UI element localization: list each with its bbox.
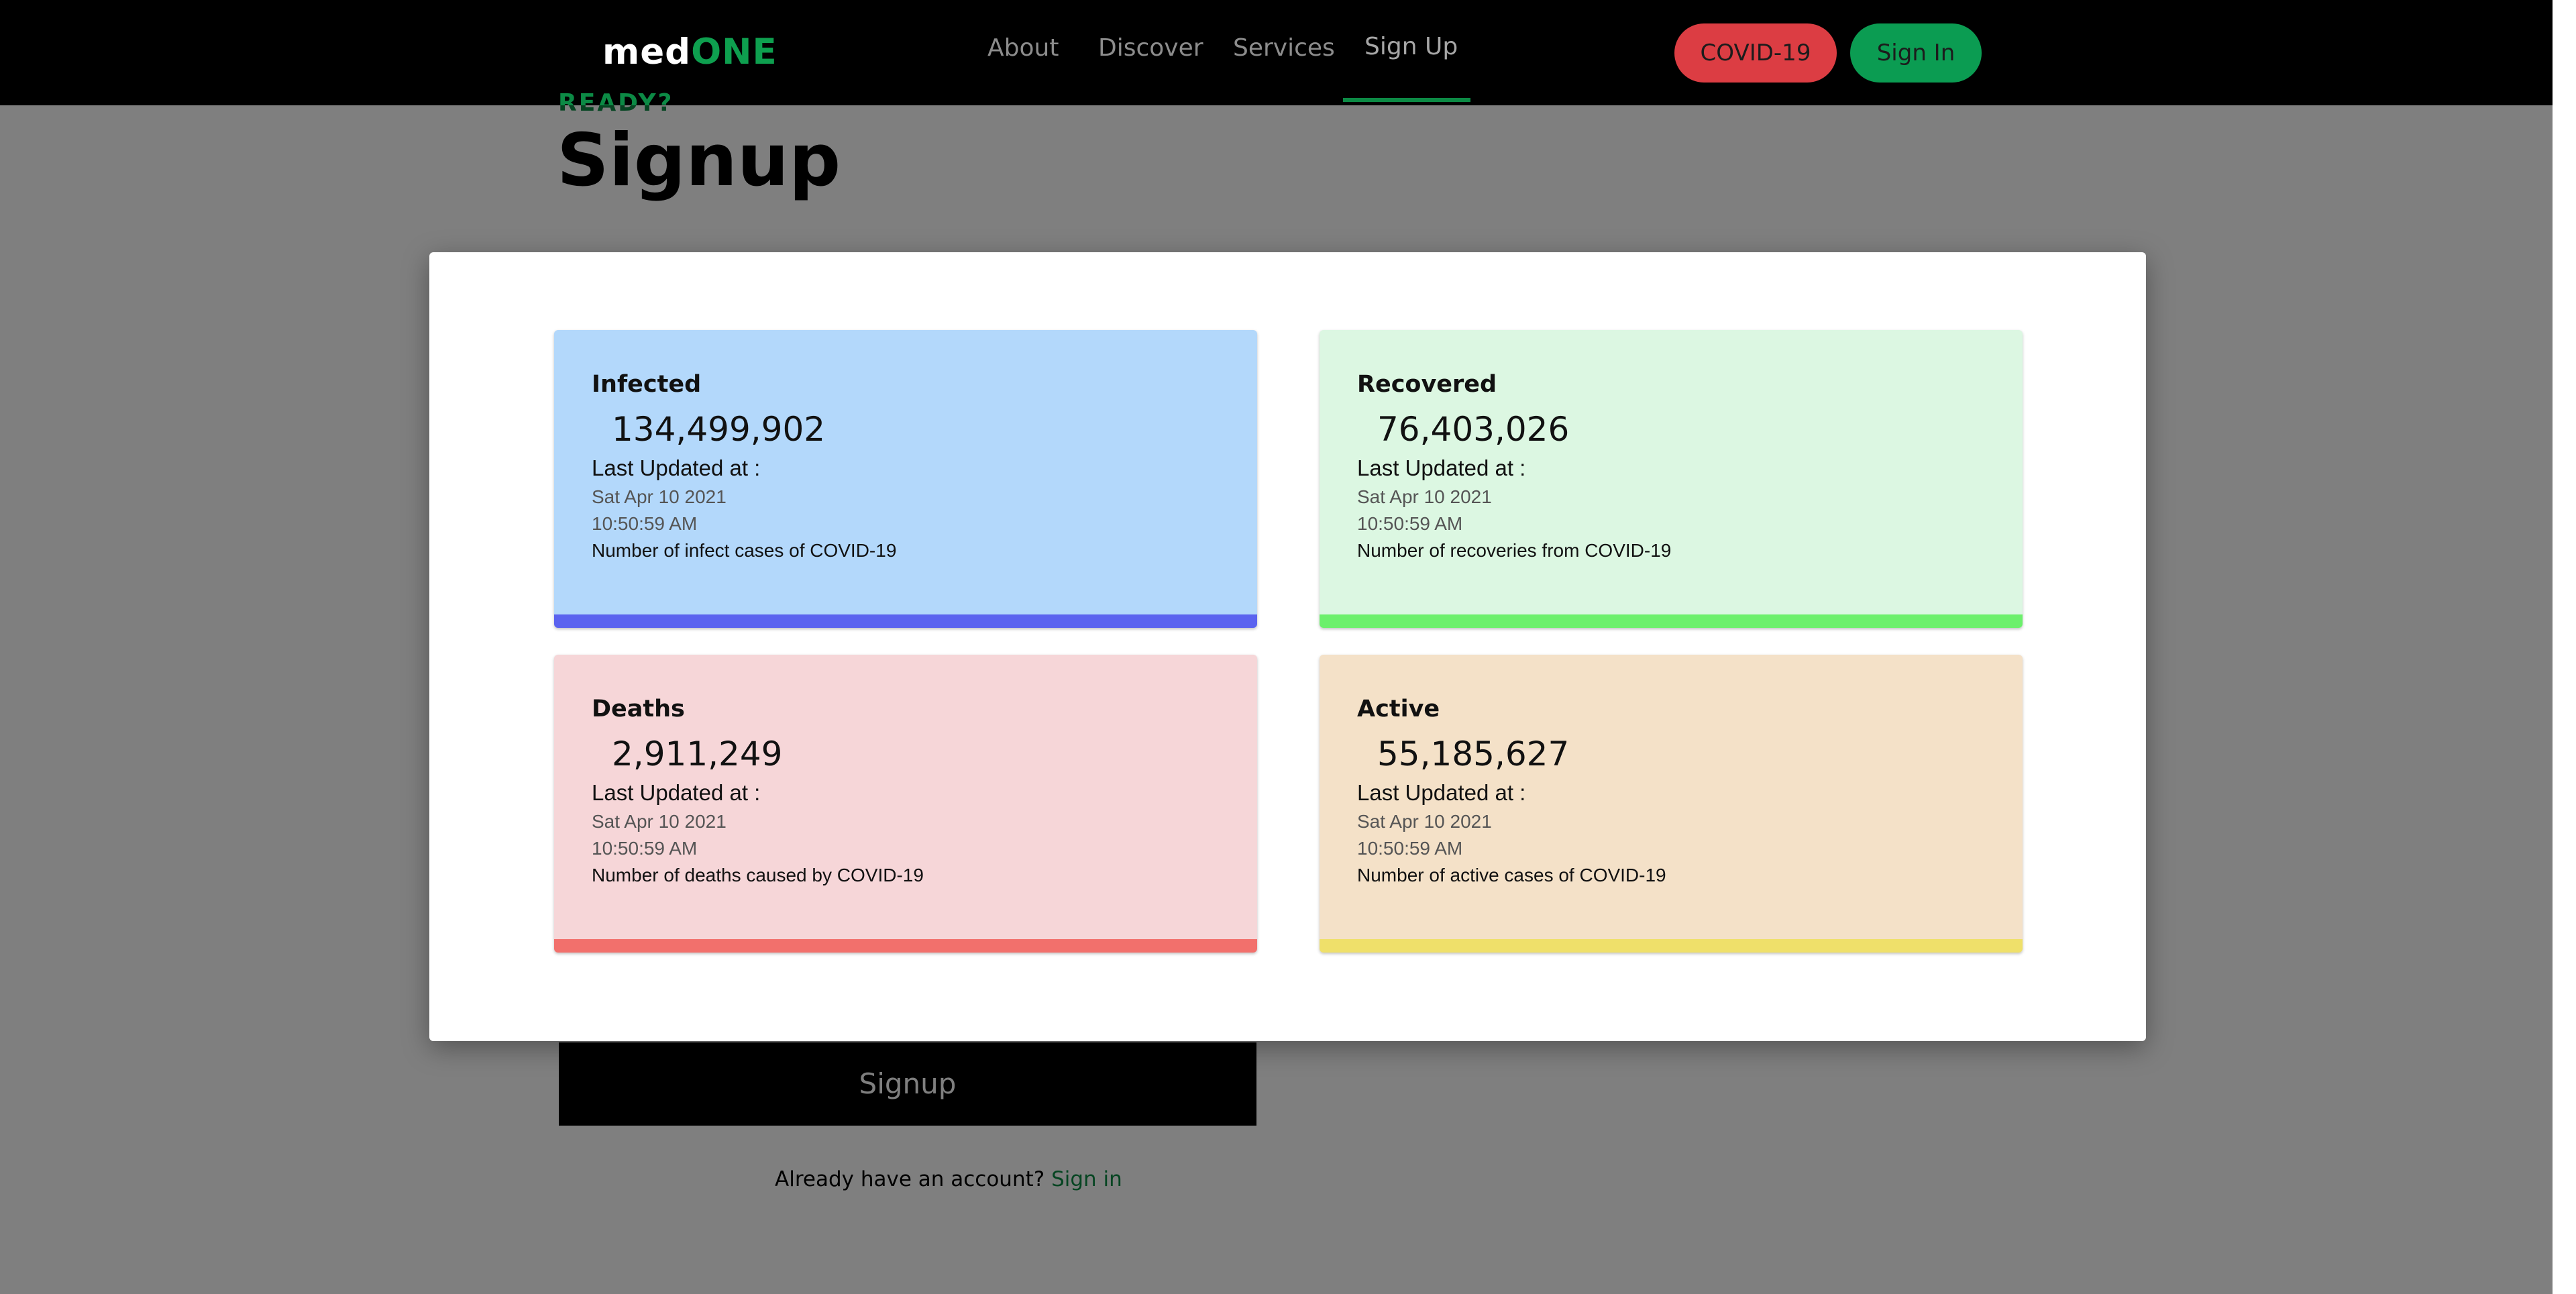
card-accent-bar [554,939,1257,953]
card-accent-bar [554,614,1257,628]
card-title: Deaths [592,696,685,722]
last-updated-date: Sat Apr 10 2021 [592,811,727,832]
nav-link-about[interactable]: About [987,34,1059,63]
last-updated-time: 10:50:59 AM [592,838,698,859]
card-value: 55,185,627 [1377,735,1570,773]
medone-logo[interactable]: medONE [602,31,777,74]
nav-link-sign-up[interactable]: Sign Up [1364,32,1458,62]
card-accent-bar [1320,614,2023,628]
last-updated-label: Last Updated at : [1357,455,1526,480]
logo-text-med: med [602,32,692,72]
last-updated-label: Last Updated at : [592,780,761,805]
card-value: 2,911,249 [612,735,783,773]
stat-card-infected: Infected 134,499,902 Last Updated at : S… [554,330,1257,628]
last-updated-time: 10:50:59 AM [1357,513,1463,534]
last-updated-label: Last Updated at : [592,455,761,480]
card-description: Number of infect cases of COVID-19 [592,540,897,561]
nav-link-services[interactable]: Services [1233,34,1335,63]
stat-card-recovered: Recovered 76,403,026 Last Updated at : S… [1320,330,2023,628]
logo-text-one: ONE [691,32,777,72]
last-updated-date: Sat Apr 10 2021 [592,486,727,507]
card-value: 76,403,026 [1377,410,1570,449]
stat-card-deaths: Deaths 2,911,249 Last Updated at : Sat A… [554,655,1257,953]
card-accent-bar [1320,939,2023,953]
card-title: Recovered [1357,371,1497,398]
card-description: Number of recoveries from COVID-19 [1357,540,1672,561]
last-updated-date: Sat Apr 10 2021 [1357,486,1492,507]
last-updated-date: Sat Apr 10 2021 [1357,811,1492,832]
card-title: Infected [592,371,702,398]
scrollbar-track[interactable] [2553,0,2576,1294]
card-description: Number of active cases of COVID-19 [1357,865,1666,885]
sign-in-button[interactable]: Sign In [1850,23,1982,83]
card-value: 134,499,902 [612,410,826,449]
top-navbar: medONE About Discover Services Sign Up C… [0,0,2553,105]
covid-19-button[interactable]: COVID-19 [1674,23,1837,83]
last-updated-time: 10:50:59 AM [1357,838,1463,859]
last-updated-time: 10:50:59 AM [592,513,698,534]
stat-card-active: Active 55,185,627 Last Updated at : Sat … [1320,655,2023,953]
last-updated-label: Last Updated at : [1357,780,1526,805]
nav-link-discover[interactable]: Discover [1098,34,1203,63]
card-title: Active [1357,696,1440,722]
active-nav-underline [1343,98,1470,102]
card-description: Number of deaths caused by COVID-19 [592,865,924,885]
covid-stats-modal: Infected 134,499,902 Last Updated at : S… [429,252,2146,1041]
